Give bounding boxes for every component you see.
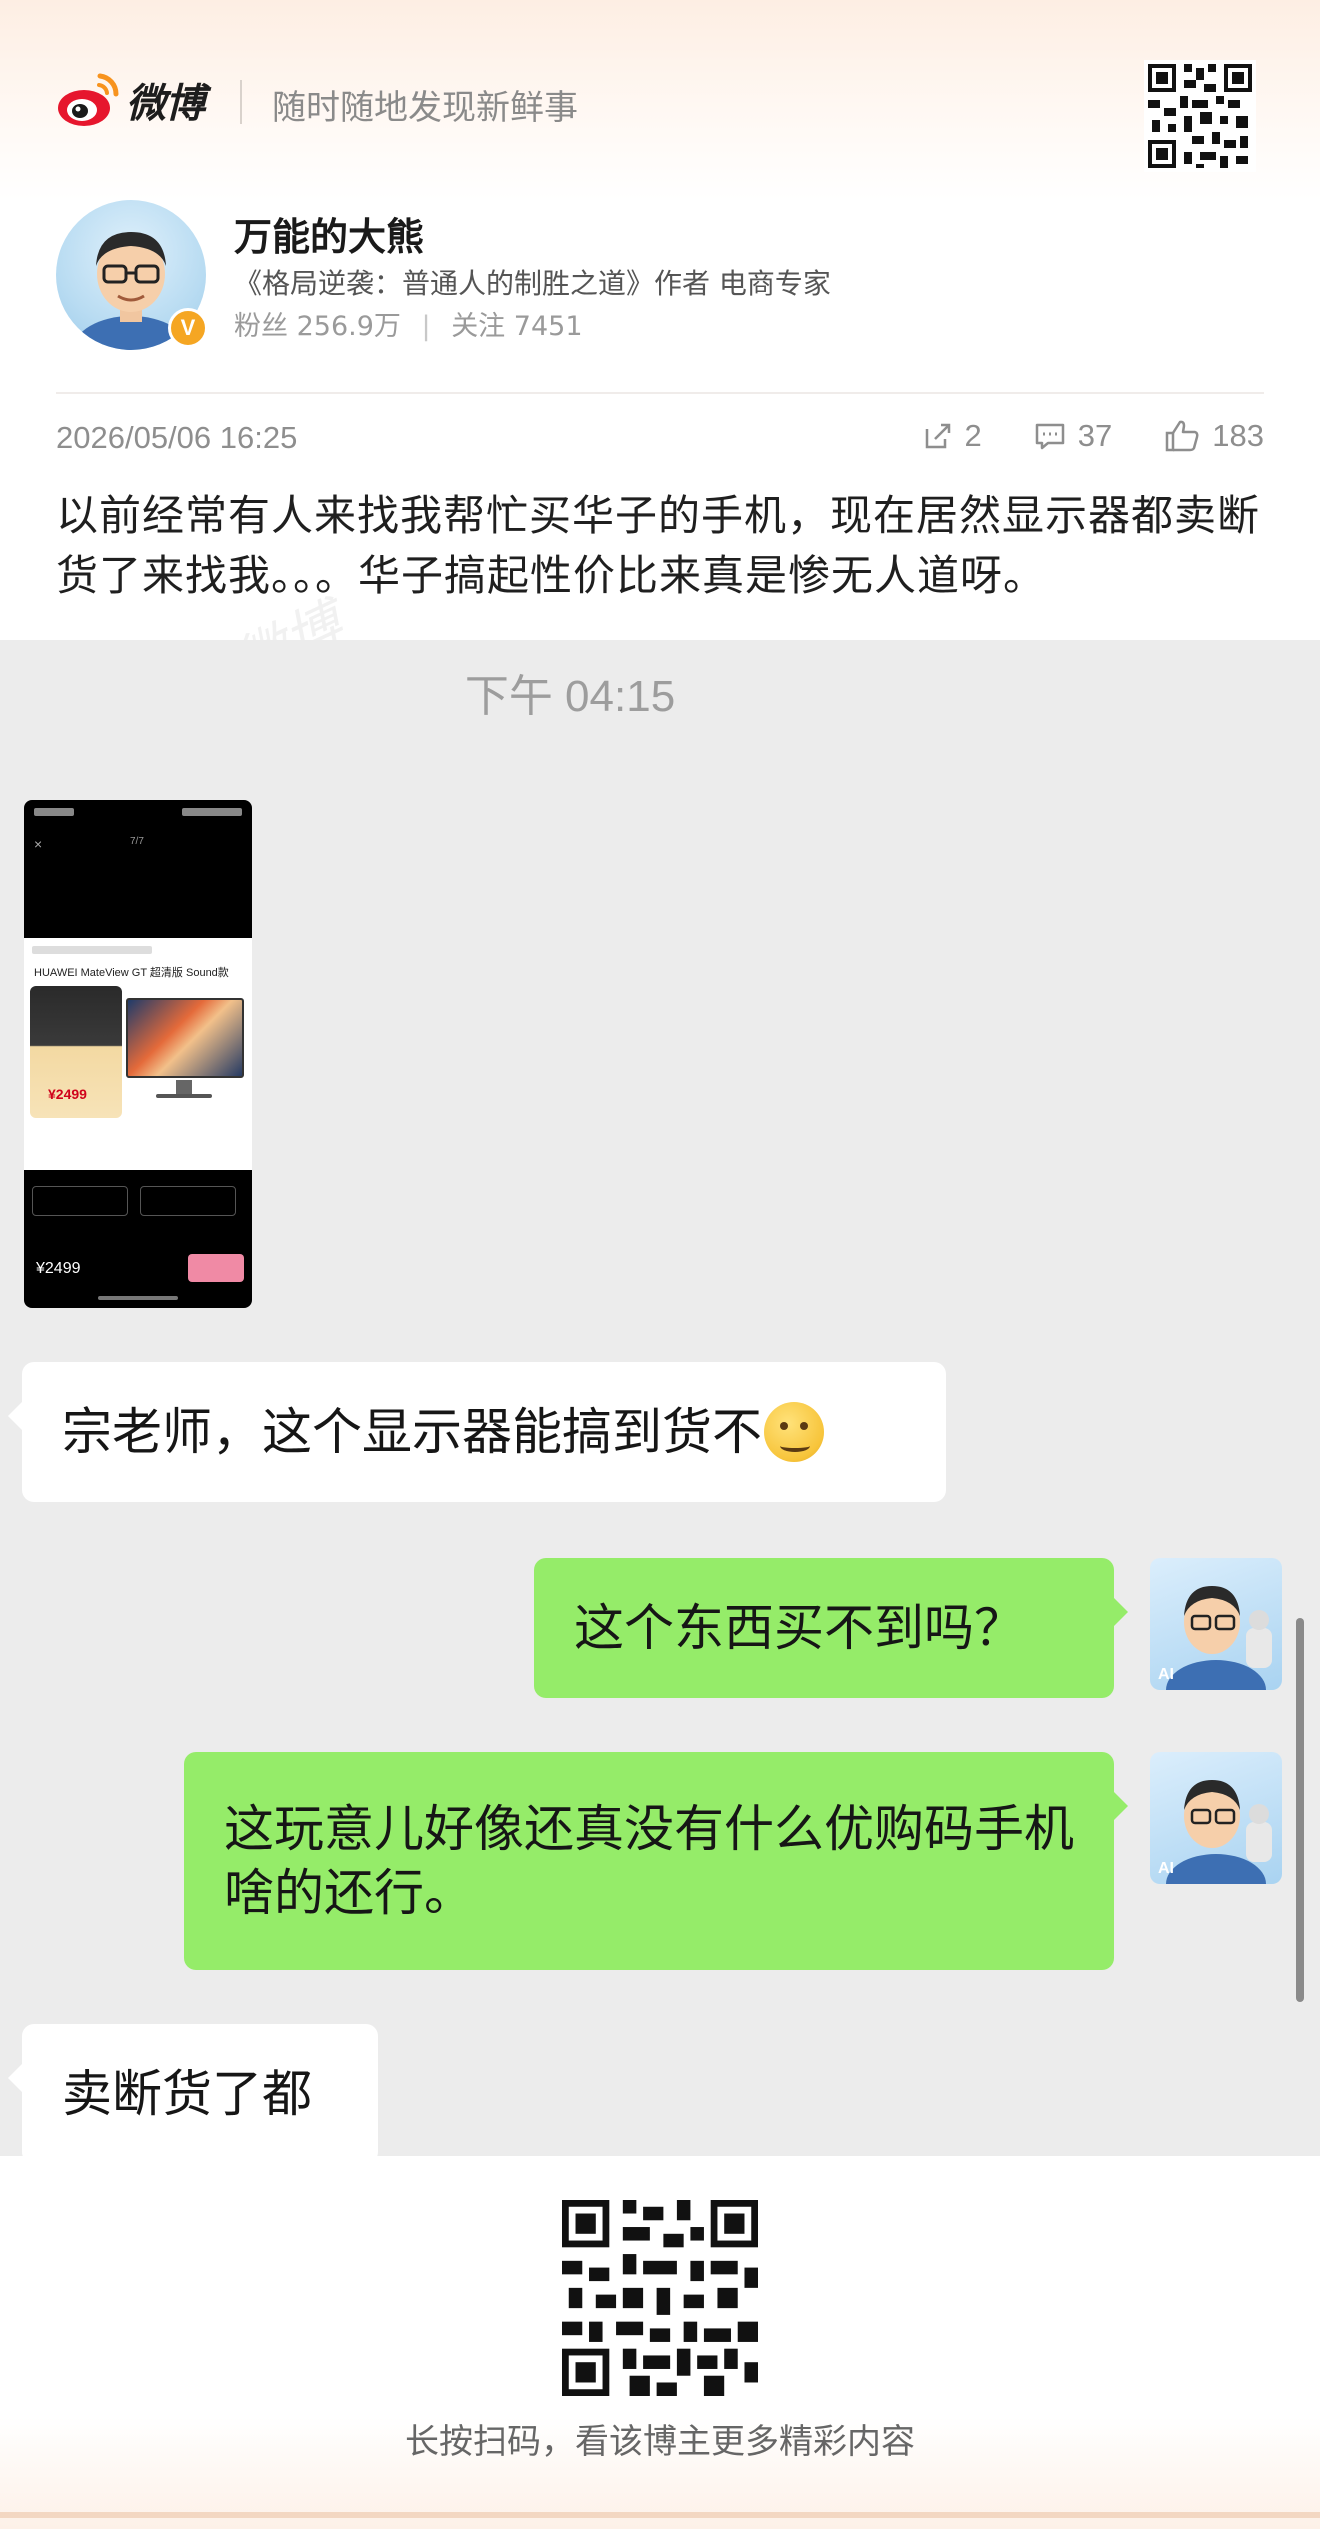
slogan: 随时随地发现新鲜事: [272, 88, 578, 128]
chat-avatar[interactable]: AI: [1150, 1558, 1282, 1690]
repost-icon: [925, 423, 950, 449]
weibo-logo[interactable]: 微博: [56, 68, 205, 132]
repost-button[interactable]: 2: [923, 418, 982, 454]
buy-button: [188, 1254, 244, 1282]
comment-icon: [1035, 423, 1065, 450]
product-screenshot-thumbnail[interactable]: × 7/7 HUAWEI MateView GT 超清版 Sound款 ¥249…: [24, 800, 252, 1308]
header: 微博 随时随地发现新鲜事: [0, 0, 1320, 190]
ai-tag: AI: [1158, 1860, 1174, 1877]
message-bubble-left: 卖断货了都: [8, 2024, 378, 2156]
store-header: [32, 946, 152, 954]
scrollbar[interactable]: [1296, 1618, 1304, 2002]
message-bubble-right: 这个东西买不到吗？: [534, 1558, 1128, 1698]
option-chip: [32, 1186, 128, 1216]
verified-badge: V: [168, 308, 208, 348]
stats-separator: |: [421, 311, 431, 342]
author-description: 《格局逆袭：普通人的制胜之道》作者 电商专家: [234, 267, 831, 300]
option-chip: [140, 1186, 236, 1216]
promo-panel: ¥2499: [30, 986, 122, 1118]
message-bubble-right: 这玩意儿好像还真没有什么优购码手机啥的还行。: [184, 1752, 1128, 1970]
header-divider: [240, 80, 242, 124]
qr-code-icon[interactable]: [562, 2200, 758, 2396]
footer: 长按扫码，看该博主更多精彩内容: [0, 2156, 1320, 2529]
bottom-price: ¥2499: [36, 1260, 81, 1277]
close-icon: ×: [34, 836, 43, 852]
product-options: [24, 1172, 252, 1246]
post-text: 以前经常有人来找我帮忙买华子的手机，现在居然显示器都卖断货了来找我。。。华子搞起…: [56, 491, 1261, 600]
post-actions: 2 37 183: [871, 418, 1264, 454]
post-timestamp: 2026/05/06 16:25: [56, 420, 298, 455]
message-text: 这玩意儿好像还真没有什么优购码手机啥的还行。: [224, 1800, 1074, 1922]
weibo-eye-icon: [58, 73, 119, 126]
thinking-emoji-icon: [764, 1402, 824, 1462]
home-indicator: [98, 1296, 178, 1300]
chat-avatar[interactable]: AI: [1150, 1752, 1282, 1884]
footer-accent-bar: [0, 2512, 1320, 2518]
like-button[interactable]: 183: [1164, 418, 1264, 454]
monitor-base: [156, 1094, 212, 1098]
comment-button[interactable]: 37: [1034, 418, 1112, 454]
qr-code-icon[interactable]: [1144, 60, 1256, 172]
follow-label: 关注: [451, 311, 506, 342]
comment-count: 37: [1077, 418, 1113, 453]
like-count: 183: [1212, 418, 1264, 453]
footer-caption: 长按扫码，看该博主更多精彩内容: [405, 2422, 915, 2462]
image-counter: 7/7: [130, 836, 144, 847]
message-text: 卖断货了都: [62, 2065, 312, 2123]
fans-label: 粉丝: [234, 311, 288, 342]
product-title: HUAWEI MateView GT 超清版 Sound款: [34, 967, 229, 979]
promo-price: ¥2499: [48, 1086, 87, 1102]
logo-text: 微博: [126, 80, 205, 127]
follow-count: 7451: [513, 311, 583, 342]
ai-tag: AI: [1158, 1666, 1174, 1683]
chat-timestamp: 下午 04:15: [464, 672, 676, 721]
fans-count: 256.9万: [296, 311, 401, 342]
repost-count: 2: [964, 418, 982, 453]
phone-status-bar: [34, 808, 242, 820]
post-meta: 2026/05/06 16:25 2 37 183: [56, 418, 1264, 464]
thumbs-up-icon: [1166, 420, 1199, 452]
chat-screenshot[interactable]: 下午 04:15 × 7/7 HUAWEI MateView GT 超清版 So…: [0, 640, 1320, 2156]
message-bubble-left: 宗老师，这个显示器能搞到货不: [8, 1362, 946, 1502]
author-name[interactable]: 万能的大熊: [234, 206, 424, 261]
author-stats: 粉丝 256.9万 | 关注 7451: [234, 304, 583, 343]
message-text: 宗老师，这个显示器能搞到货不: [62, 1403, 762, 1461]
product-card: HUAWEI MateView GT 超清版 Sound款 ¥2499: [24, 938, 252, 1170]
monitor-image: [126, 998, 244, 1078]
message-text: 这个东西买不到吗？: [574, 1599, 1024, 1657]
divider: [56, 392, 1264, 394]
author-profile: V 万能的大熊 《格局逆袭：普通人的制胜之道》作者 电商专家 粉丝 256.9万…: [56, 200, 1264, 360]
